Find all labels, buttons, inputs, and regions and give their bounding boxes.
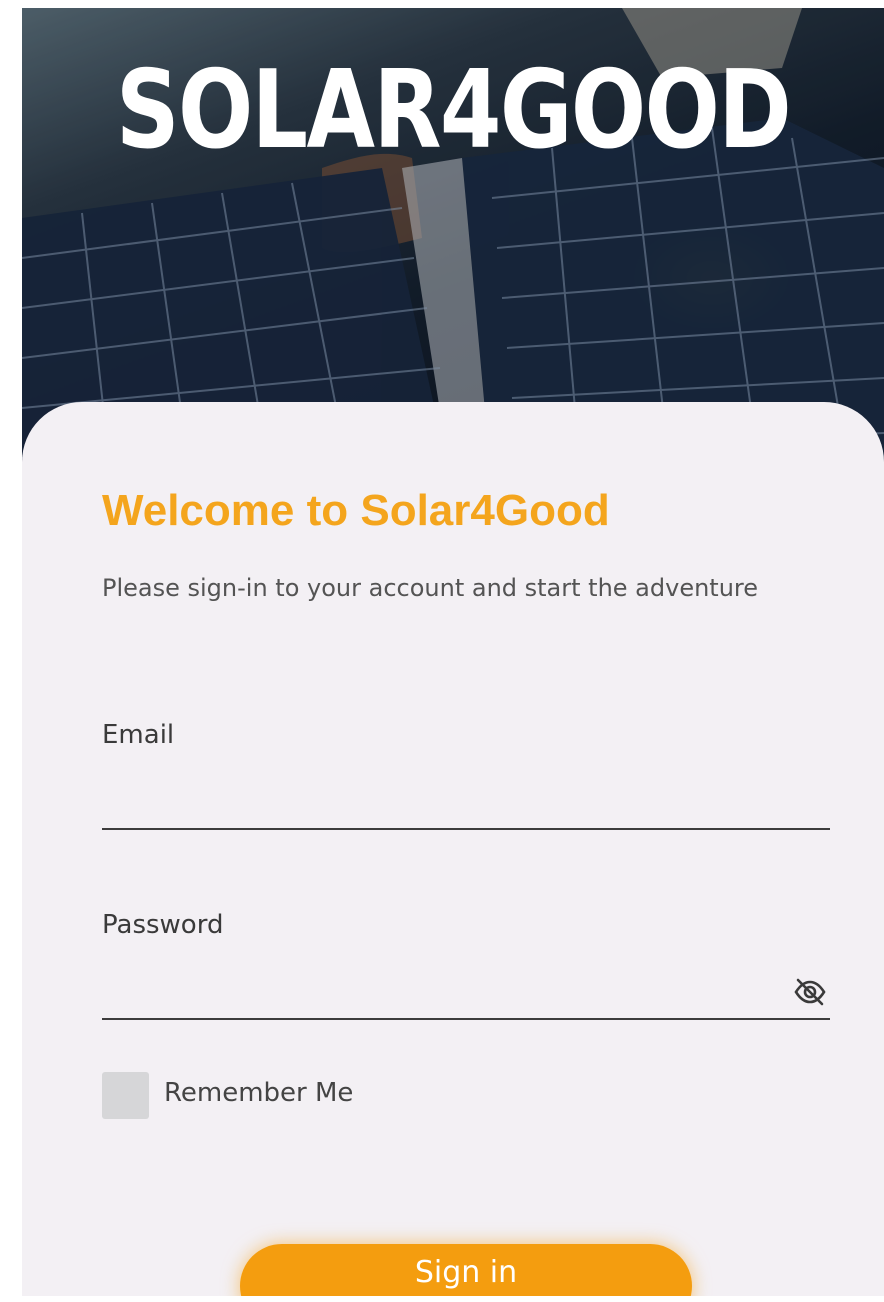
password-field[interactable] xyxy=(102,968,782,1020)
remember-me-checkbox[interactable] xyxy=(102,1072,149,1119)
email-field[interactable] xyxy=(102,778,830,830)
brand-logo: SOLAR4GOOD xyxy=(115,48,792,173)
sign-in-button[interactable]: Sign in xyxy=(240,1244,692,1296)
welcome-title: Welcome to Solar4Good xyxy=(102,486,610,535)
password-label: Password xyxy=(102,910,224,940)
app-screen: SOLAR4GOOD Welcome to Solar4Good Please … xyxy=(22,8,884,1296)
login-card: Welcome to Solar4Good Please sign-in to … xyxy=(22,402,884,1296)
remember-me-label[interactable]: Remember Me xyxy=(164,1078,353,1108)
welcome-subtitle: Please sign-in to your account and start… xyxy=(102,574,759,602)
eye-off-icon[interactable] xyxy=(790,972,830,1012)
email-label: Email xyxy=(102,720,175,750)
password-underline xyxy=(102,1018,830,1020)
